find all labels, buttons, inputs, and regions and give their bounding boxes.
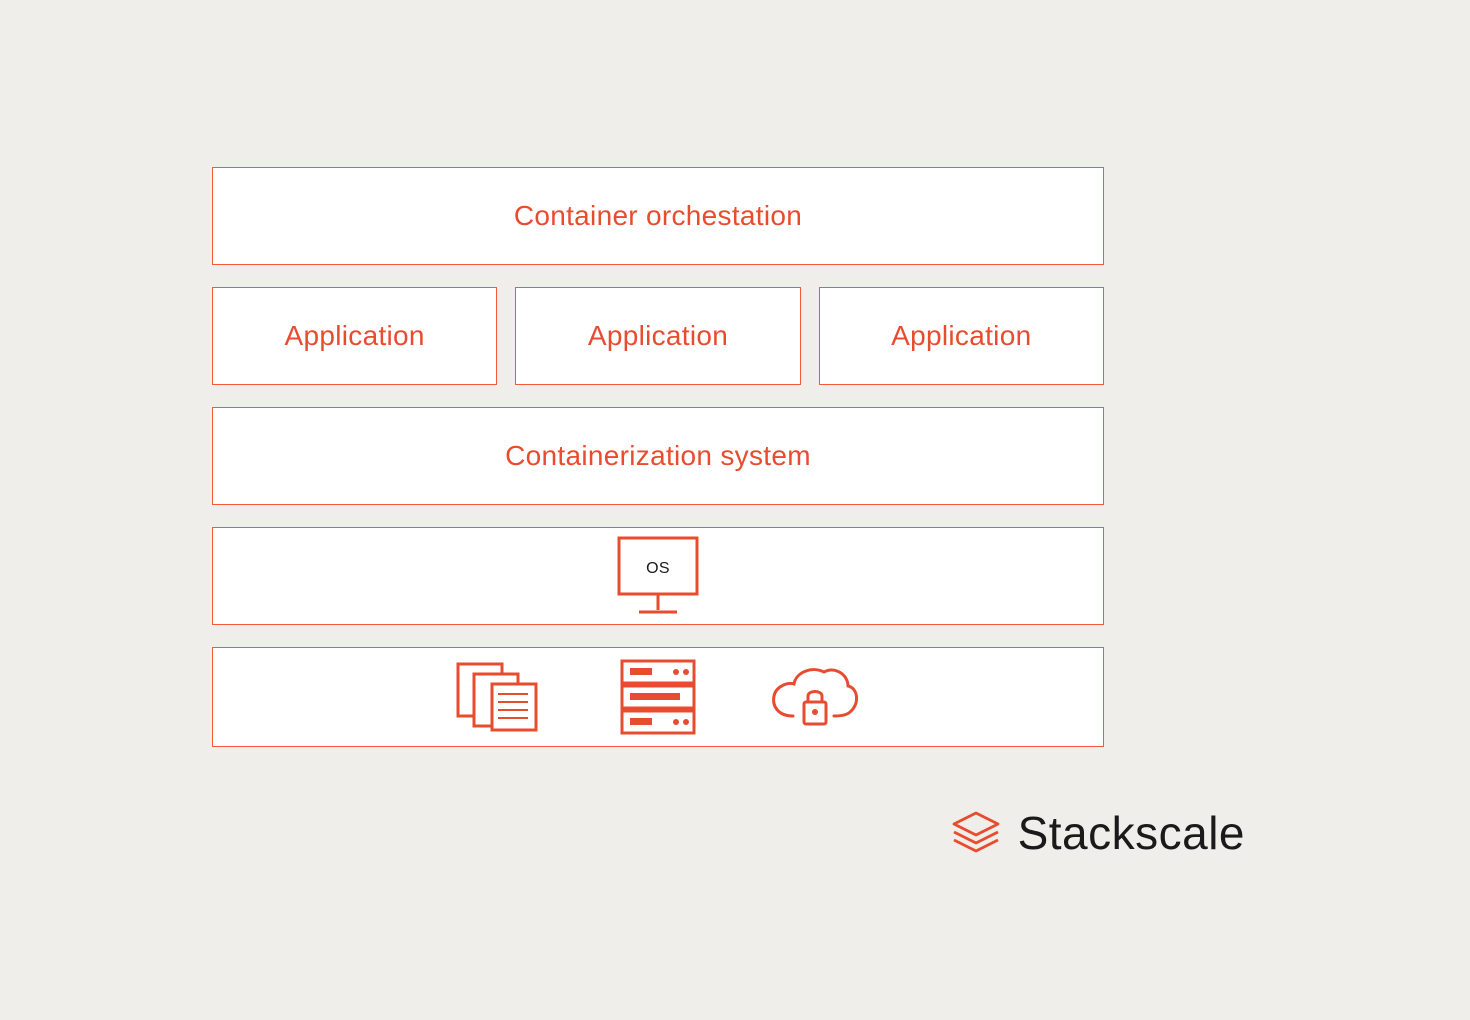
application-label: Application	[588, 320, 728, 352]
layer-infrastructure	[212, 647, 1104, 747]
monitor-icon: OS	[617, 536, 699, 616]
stackscale-logo-icon	[950, 811, 1002, 855]
brand-name: Stackscale	[1018, 806, 1245, 860]
brand-logo: Stackscale	[950, 806, 1245, 860]
layer-os: OS	[212, 527, 1104, 625]
application-box: Application	[212, 287, 497, 385]
application-box: Application	[819, 287, 1104, 385]
application-label: Application	[285, 320, 425, 352]
layer-applications: Application Application Application	[212, 287, 1104, 385]
layer-containerization: Containerization system	[212, 407, 1104, 505]
os-label: OS	[646, 560, 670, 577]
application-label: Application	[891, 320, 1031, 352]
layer-orchestration-label: Container orchestation	[514, 200, 802, 232]
rack-icon	[618, 657, 698, 737]
layer-orchestration: Container orchestation	[212, 167, 1104, 265]
layer-containerization-label: Containerization system	[505, 440, 811, 472]
servers-icon	[456, 662, 548, 732]
application-box: Application	[515, 287, 800, 385]
cloud-lock-icon	[768, 664, 860, 730]
diagram-stack: Container orchestation Application Appli…	[212, 167, 1104, 747]
